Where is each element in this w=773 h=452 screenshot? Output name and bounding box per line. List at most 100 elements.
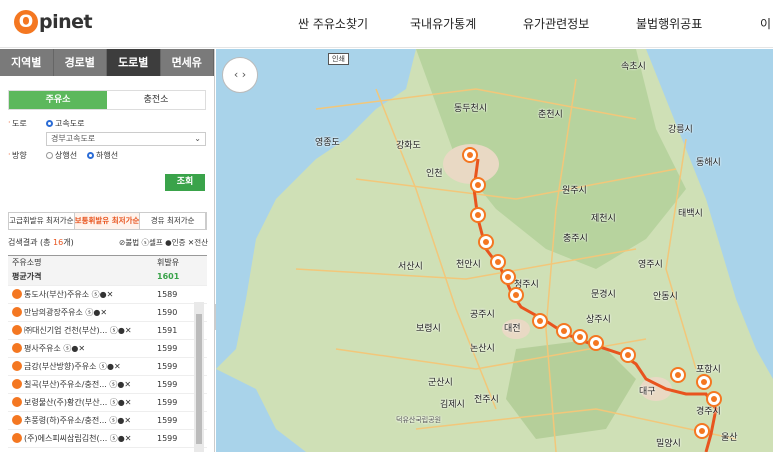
col-station-name: 주유소명 xyxy=(12,258,42,267)
sort-premium[interactable]: 고급휘발유 최저가순 xyxy=(9,213,75,229)
tab-road[interactable]: 도로별 xyxy=(107,49,161,76)
station-marker[interactable] xyxy=(470,207,486,223)
brand-icon xyxy=(12,325,22,335)
table-row[interactable]: 금강(부산방향)주유소 ⓢ●✕ 1599 xyxy=(8,358,207,376)
station-marker[interactable] xyxy=(694,423,710,439)
road-select[interactable]: 경부고속도로 ⌄ xyxy=(46,132,206,146)
map-label: 논산시 xyxy=(470,344,495,354)
station-name: 만남의광장주유소 ⓢ●✕ xyxy=(24,308,108,317)
map-label: 대전 xyxy=(504,324,521,334)
map-label: 포항시 xyxy=(696,365,721,375)
station-marker[interactable] xyxy=(478,234,494,250)
table-scrollbar[interactable] xyxy=(194,302,204,452)
tab-route[interactable]: 경로별 xyxy=(53,49,107,76)
road-label: 도로 xyxy=(12,119,27,128)
station-name: 추풍령(하)주유소/충전... ⓢ●✕ xyxy=(24,416,132,425)
brand-icon xyxy=(12,379,22,389)
map-label: 대구 xyxy=(639,387,656,397)
table-row[interactable]: ㈜대신기업 건천(부산)... ⓢ●✕ 1591 xyxy=(8,322,207,340)
station-marker[interactable] xyxy=(508,287,524,303)
station-marker[interactable] xyxy=(556,323,572,339)
station-price: 1599 xyxy=(157,362,178,371)
road-option[interactable]: 고속도로 xyxy=(46,118,84,129)
map-label: 덕유산국립공원 xyxy=(396,416,442,424)
table-row[interactable]: (주)에스피씨삼립김천(... ⓢ●✕ 1599 xyxy=(8,430,207,448)
sort-diesel[interactable]: 경유 최저가순 xyxy=(140,213,207,229)
station-marker[interactable] xyxy=(470,177,486,193)
map-label: 제천시 xyxy=(591,214,616,224)
table-row[interactable]: 칠곡(부산)주유소/충전... ⓢ●✕ 1599 xyxy=(8,376,207,394)
table-row[interactable]: 통도사(부산)주유소 ⓢ●✕ 1589 xyxy=(8,286,207,304)
nav-cheap-station[interactable]: 싼 주유소찾기 xyxy=(298,15,368,32)
nav-illegal[interactable]: 불법행위공표 xyxy=(636,15,702,32)
average-row: 평균가격 1601 xyxy=(8,268,207,286)
type-charging-station[interactable]: 충전소 xyxy=(107,91,205,109)
station-marker[interactable] xyxy=(696,374,712,390)
map-label: 서산시 xyxy=(398,262,423,272)
station-name: 칠곡(부산)주유소/충전... ⓢ●✕ xyxy=(24,380,132,389)
station-price: 1599 xyxy=(157,398,178,407)
road-option-label: 고속도로 xyxy=(55,119,85,128)
station-marker[interactable] xyxy=(572,329,588,345)
station-marker[interactable] xyxy=(620,347,636,363)
average-label: 평균가격 xyxy=(12,272,42,281)
result-summary: 검색결과 (총 16개) ⊘불법 ⓢ셀프 ●인증 ✕전산 xyxy=(8,237,208,248)
station-price: 1599 xyxy=(157,434,178,443)
table-row[interactable]: 보령물산(주)황간(부산... ⓢ●✕ 1599 xyxy=(8,394,207,412)
sort-tabs: 고급휘발유 최저가순 보통휘발유 최저가순 경유 최저가순 xyxy=(8,212,207,230)
station-marker[interactable] xyxy=(500,269,516,285)
route-map[interactable]: ‹ › 인쇄 동두천시 춘천시 속초시 강릉시 동해시 인천 강화도 영종도 원… xyxy=(216,49,773,452)
tab-taxfree[interactable]: 면세유 xyxy=(160,49,214,76)
type-gas-station[interactable]: 주유소 xyxy=(9,91,107,109)
result-prefix: 검색결과 (총 xyxy=(8,238,54,247)
map-print-button[interactable]: 인쇄 xyxy=(328,53,349,65)
bullet-icon: · xyxy=(8,150,11,159)
radio-icon xyxy=(87,152,94,159)
table-row[interactable]: 평사주유소 ⓢ●✕ 1599 xyxy=(8,340,207,358)
map-label: 상주시 xyxy=(586,315,611,325)
search-button[interactable]: 조회 xyxy=(165,174,205,191)
top-header: O pinet 싼 주유소찾기 국내유가통계 유가관련정보 불법행위공표 이 xyxy=(0,0,773,48)
road-select-value: 경부고속도로 xyxy=(51,134,96,143)
station-marker[interactable] xyxy=(532,313,548,329)
bullet-icon: · xyxy=(8,118,11,127)
station-marker[interactable] xyxy=(670,367,686,383)
direction-row: · 방향 상행선 하행선 xyxy=(0,150,214,164)
direction-up-radio[interactable]: 상행선 xyxy=(46,150,77,161)
tab-region[interactable]: 지역별 xyxy=(0,49,54,76)
radio-icon xyxy=(46,152,53,159)
brand-icon xyxy=(12,289,22,299)
table-row[interactable]: 추풍령(하)주유소/충전... ⓢ●✕ 1599 xyxy=(8,412,207,430)
station-marker[interactable] xyxy=(462,147,478,163)
scroll-thumb[interactable] xyxy=(196,314,202,444)
search-tabs: 지역별 경로별 도로별 면세유 xyxy=(0,49,214,76)
brand-icon xyxy=(12,415,22,425)
average-price: 1601 xyxy=(157,272,180,281)
map-pan-control[interactable]: ‹ › xyxy=(222,57,258,93)
map-label: 밀양시 xyxy=(656,439,681,449)
map-label: 강릉시 xyxy=(668,125,693,135)
station-marker[interactable] xyxy=(588,335,604,351)
top-nav: 싼 주유소찾기 국내유가통계 유가관련정보 불법행위공표 이 xyxy=(0,15,773,35)
direction-down-radio[interactable]: 하행선 xyxy=(87,150,118,161)
table-row[interactable]: 만남의광장주유소 ⓢ●✕ 1590 xyxy=(8,304,207,322)
station-marker[interactable] xyxy=(706,391,722,407)
map-label: 영주시 xyxy=(638,260,663,270)
station-price: 1589 xyxy=(157,290,178,299)
station-name: ㈜대신기업 건천(부산)... ⓢ●✕ xyxy=(24,326,132,335)
map-label: 인천 xyxy=(426,169,443,179)
nav-price-info[interactable]: 유가관련정보 xyxy=(523,15,589,32)
icon-legend: ⊘불법 ⓢ셀프 ●인증 ✕전산 xyxy=(119,238,208,247)
map-label: 군산시 xyxy=(428,378,453,388)
station-name: 평사주유소 ⓢ●✕ xyxy=(24,344,86,353)
col-gasoline: 휘발유 xyxy=(157,258,180,267)
station-marker[interactable] xyxy=(490,254,506,270)
station-name: 금강(부산방향)주유소 ⓢ●✕ xyxy=(24,362,121,371)
direction-label: 방향 xyxy=(12,151,27,160)
station-table: 주유소명 휘발유 평균가격 1601 통도사(부산)주유소 ⓢ●✕ 1589 만남… xyxy=(8,255,207,448)
nav-price-stats[interactable]: 국내유가통계 xyxy=(410,15,476,32)
station-price: 1599 xyxy=(157,416,178,425)
result-count: 16 xyxy=(53,238,64,247)
nav-more[interactable]: 이 xyxy=(760,15,771,32)
sort-regular[interactable]: 보통휘발유 최저가순 xyxy=(74,213,141,229)
